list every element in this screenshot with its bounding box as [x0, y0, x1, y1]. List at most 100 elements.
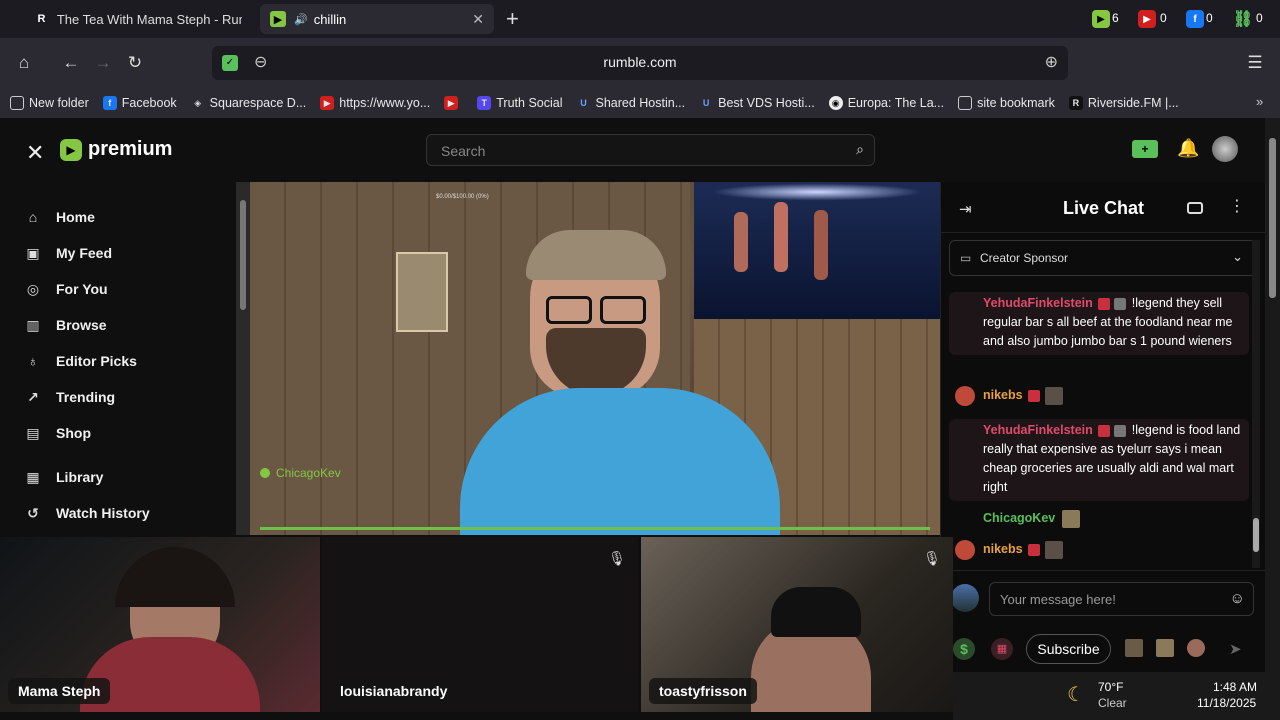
- send-icon[interactable]: ➤: [1229, 640, 1242, 658]
- facebook-extension-icon[interactable]: f: [1186, 10, 1204, 28]
- youtube-icon: ▶: [320, 96, 335, 110]
- sidebar-item-watch-history[interactable]: ↺ Watch History: [24, 504, 149, 522]
- chat-message: nikebs: [949, 540, 1249, 559]
- avatar: [1045, 540, 1064, 559]
- go-live-icon[interactable]: +: [1132, 140, 1158, 158]
- avatar: [1061, 509, 1080, 528]
- close-icon[interactable]: ✕: [26, 140, 44, 166]
- sidebar-item-home[interactable]: ⌂ Home: [24, 208, 95, 226]
- truth-social-icon: T: [477, 96, 492, 110]
- subscribe-button[interactable]: Subscribe: [1026, 634, 1111, 664]
- participant-tile[interactable]: 🎙 toastyfrisson: [641, 537, 953, 712]
- participant-hat: [771, 587, 861, 637]
- chat-username[interactable]: ChicagoKev: [983, 511, 1055, 525]
- inset-video: [694, 182, 940, 319]
- bookmark-squarespace[interactable]: ◈ Squarespace D...: [191, 96, 306, 110]
- bookmark-europa[interactable]: ◉ Europa: The La...: [828, 96, 944, 110]
- menu-icon[interactable]: ☰: [1244, 52, 1266, 74]
- facebook-icon: f: [102, 96, 117, 110]
- chat-message-input[interactable]: Your message here! ☺: [989, 582, 1254, 616]
- europa-icon: ◉: [828, 96, 843, 110]
- participant-hair: [115, 547, 235, 607]
- chat-username[interactable]: YehudaFinkelstein: [983, 296, 1093, 310]
- forward-icon[interactable]: →: [92, 52, 114, 74]
- bookmark-site[interactable]: site bookmark: [958, 96, 1055, 110]
- history-icon: ↺: [27, 504, 39, 521]
- chat-message: nikebs: [949, 386, 1249, 405]
- chat-scrollbar[interactable]: [1252, 240, 1260, 568]
- weather-temp: 70°F: [1098, 680, 1124, 694]
- badge-icon: [1114, 297, 1127, 310]
- tab-title: The Tea With Mama Steph - Rumb: [56, 11, 242, 27]
- gift-icon[interactable]: ▦: [991, 638, 1013, 660]
- sidebar-item-shop[interactable]: ▤ Shop: [24, 424, 91, 442]
- rumble-dot-icon: [260, 468, 270, 478]
- youtube-extension-icon[interactable]: ▶: [1138, 10, 1156, 28]
- search-input[interactable]: Search ⌕: [426, 134, 875, 166]
- search-icon[interactable]: ⌕: [856, 141, 864, 158]
- participant-tile[interactable]: 🎙 louisianabrandy: [322, 537, 638, 712]
- bookmark-truth-social[interactable]: T Truth Social: [477, 96, 563, 110]
- close-icon[interactable]: ✕: [472, 11, 484, 28]
- emote-icon[interactable]: [1187, 639, 1205, 657]
- bookmarks-bar: New folder f Facebook ◈ Squarespace D... ▶…: [0, 88, 1280, 118]
- sponsor-label: Creator Sponsor: [980, 251, 1069, 265]
- more-bookmarks-icon[interactable]: »: [1256, 94, 1263, 109]
- chat-username[interactable]: YehudaFinkelstein: [983, 423, 1093, 437]
- tab-chillin[interactable]: ▶ 🔊 chillin ✕: [260, 4, 494, 34]
- bookmark-youtube[interactable]: ▶ https://www.yo...: [320, 96, 430, 110]
- riverside-icon: R: [1068, 96, 1083, 110]
- chat-username[interactable]: nikebs: [983, 388, 1023, 402]
- rant-icon[interactable]: $: [953, 638, 975, 660]
- link-extension-icon[interactable]: ⛓: [1233, 10, 1253, 28]
- tab-tea-with-mama-steph[interactable]: R The Tea With Mama Steph - Rumb: [24, 4, 252, 34]
- bookmark-best-vds[interactable]: U Best VDS Hosti...: [699, 96, 815, 110]
- home-icon: ⌂: [28, 209, 38, 225]
- participant-name: louisianabrandy: [330, 678, 458, 704]
- page-scrollbar[interactable]: [1265, 118, 1280, 672]
- more-options-icon[interactable]: ⋮: [1229, 196, 1245, 216]
- participant-tile[interactable]: Mama Steph: [0, 537, 320, 712]
- clock-date: 11/18/2025: [1197, 696, 1257, 710]
- share-icon[interactable]: ⊕: [1045, 52, 1058, 72]
- avatar[interactable]: [1212, 136, 1238, 162]
- chevron-down-icon: ⌄: [1232, 249, 1243, 264]
- creator-sponsor-dropdown[interactable]: ▭ Creator Sponsor ⌄: [949, 240, 1256, 276]
- video-progress-bar[interactable]: [260, 527, 930, 530]
- video-player[interactable]: $0.00/$100.00 (0%) ChicagoKev: [236, 182, 940, 535]
- bookmark-new-folder[interactable]: New folder: [10, 96, 89, 110]
- tab-title: chillin: [313, 11, 347, 27]
- sidebar-item-browse[interactable]: ▥ Browse: [24, 316, 106, 334]
- bookmark-facebook[interactable]: f Facebook: [102, 96, 177, 110]
- folder-icon: [958, 96, 973, 110]
- bookmark-shared-hosting[interactable]: U Shared Hostin...: [577, 96, 685, 110]
- sidebar-item-for-you[interactable]: ◎ For You: [24, 280, 108, 298]
- address-bar[interactable]: ✓ ⊖ rumble.com ⊕: [212, 46, 1068, 80]
- chat-username[interactable]: nikebs: [983, 542, 1023, 556]
- emoji-icon[interactable]: ☺: [1230, 590, 1245, 607]
- emote-icon[interactable]: [1156, 639, 1174, 657]
- divider: [941, 232, 1266, 233]
- rumble-premium-logo[interactable]: ▶ premium: [60, 138, 172, 161]
- back-icon[interactable]: ←: [60, 52, 82, 74]
- video-scrollbar[interactable]: [236, 182, 250, 535]
- badge-icon: [1028, 543, 1041, 556]
- sidebar-item-trending[interactable]: ↗ Trending: [24, 388, 115, 406]
- emote-icon[interactable]: [1125, 639, 1143, 657]
- target-icon: ◎: [26, 280, 40, 297]
- wall-poster: [396, 252, 448, 332]
- new-tab-button[interactable]: +: [506, 6, 519, 32]
- home-icon[interactable]: ⌂: [13, 52, 35, 74]
- feed-icon: ▣: [26, 244, 40, 261]
- popout-chat-icon[interactable]: [1187, 202, 1203, 214]
- reload-icon[interactable]: ↻: [124, 52, 146, 74]
- award-icon: ♁: [27, 353, 39, 369]
- sidebar-item-my-feed[interactable]: ▣ My Feed: [24, 244, 112, 262]
- bookmark-riverside[interactable]: R Riverside.FM |...: [1068, 96, 1179, 110]
- sidebar-item-editor-picks[interactable]: ♁ Editor Picks: [24, 352, 137, 370]
- bell-icon[interactable]: 🔔: [1177, 138, 1199, 159]
- rumble-extension-icon[interactable]: ▶: [1092, 10, 1110, 28]
- bookmark-youtube-2[interactable]: ▶: [444, 96, 463, 110]
- avatar: [951, 584, 979, 612]
- sidebar-item-library[interactable]: ▦ Library: [24, 468, 103, 486]
